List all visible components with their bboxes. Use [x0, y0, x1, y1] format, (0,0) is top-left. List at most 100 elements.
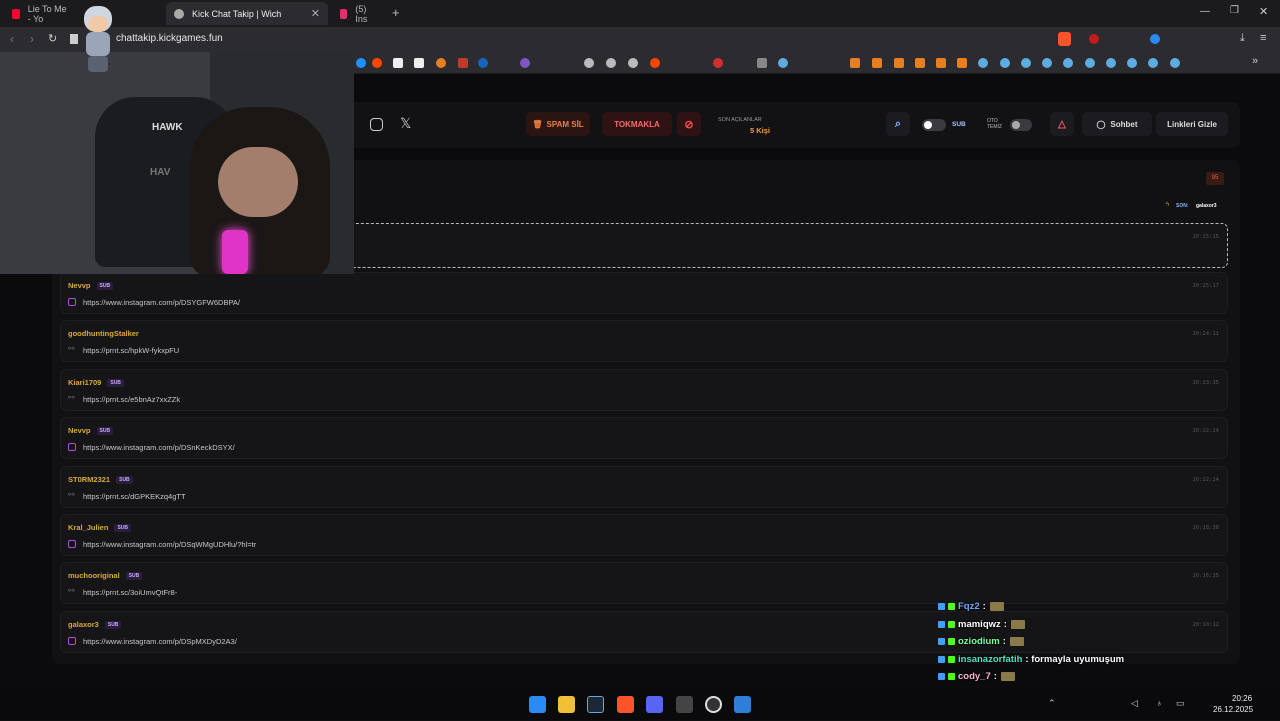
amazon-icon[interactable]: [414, 58, 424, 68]
brave-browser-icon[interactable]: [617, 696, 634, 713]
steam-icon[interactable]: [1021, 58, 1031, 68]
ban-icon[interactable]: ⊘: [677, 112, 701, 136]
alert-icon[interactable]: △: [1050, 112, 1074, 136]
message-username[interactable]: Kral_Julien SUB: [68, 523, 131, 533]
bookmark-favicon-icon[interactable]: [894, 58, 904, 68]
tab-youtube[interactable]: Lie To Me - Yo: [4, 2, 80, 25]
back-icon[interactable]: ‹: [10, 32, 14, 46]
minimize-icon[interactable]: —: [1200, 6, 1210, 17]
tab-instagram[interactable]: (5) Ins: [332, 2, 382, 25]
bookmark-favicon-icon[interactable]: [936, 58, 946, 68]
close-tab-icon[interactable]: ✕: [311, 7, 320, 20]
steam-icon[interactable]: [1170, 58, 1180, 68]
bookmark-favicon-icon[interactable]: [356, 58, 366, 68]
message-time: 20:22:24: [1192, 428, 1220, 435]
spam-delete-button[interactable]: 🗑 SPAM SİL: [526, 112, 590, 136]
message-username[interactable]: Nevvp SUB: [68, 281, 114, 291]
message-link[interactable]: https://prnt.sc/3oiUmvQtFr8-: [83, 588, 177, 597]
instagram-icon[interactable]: [370, 118, 383, 131]
new-tab-button[interactable]: +: [392, 5, 400, 20]
x-twitter-icon[interactable]: 𝕏: [400, 115, 411, 132]
bookmark-favicon-icon[interactable]: [915, 58, 925, 68]
sub-toggle[interactable]: [922, 119, 946, 131]
reddit-icon[interactable]: [372, 58, 382, 68]
bookmark-icon[interactable]: [70, 34, 78, 44]
app-icon[interactable]: [676, 696, 693, 713]
folder-icon[interactable]: [757, 58, 767, 68]
discord-icon[interactable]: [646, 696, 663, 713]
steam-icon[interactable]: [1148, 58, 1158, 68]
steam-icon[interactable]: [1085, 58, 1095, 68]
kick-button[interactable]: TOKMAKLA: [602, 112, 672, 136]
bookmark-favicon-icon[interactable]: [458, 58, 468, 68]
file-explorer-icon[interactable]: [558, 696, 575, 713]
message-link[interactable]: https://prnt.sc/dGPKEKzq4gTT: [83, 492, 186, 501]
bookmark-favicon-icon[interactable]: [606, 58, 616, 68]
bookmark-favicon-icon[interactable]: [393, 58, 403, 68]
windows-start-icon[interactable]: [529, 696, 546, 713]
table-row[interactable]: Nevvp SUB https://www.instagram.com/p/DSnK…: [60, 417, 1228, 460]
message-link[interactable]: https://www.instagram.com/p/DSnKeckDSYX/: [83, 443, 235, 452]
steam-icon[interactable]: [1106, 58, 1116, 68]
obs-icon[interactable]: [705, 696, 722, 713]
streamer-face: [218, 147, 298, 217]
download-icon[interactable]: ⤓: [1240, 32, 1245, 45]
steam-icon[interactable]: [978, 58, 988, 68]
steam-icon[interactable]: [1000, 58, 1010, 68]
steam-icon[interactable]: [587, 696, 604, 713]
bookmark-favicon-icon[interactable]: [436, 58, 446, 68]
message-link[interactable]: https://www.instagram.com/p/DSqWMgUDHlu/…: [83, 540, 256, 549]
table-row[interactable]: Kral_Julien SUB https://www.instagram.com/…: [60, 514, 1228, 556]
brave-shield-icon[interactable]: [1058, 32, 1071, 46]
reddit-icon[interactable]: [650, 58, 660, 68]
table-row[interactable]: Kiari1709 SUB ⚯ https://prnt.sc/e5bnAz7xxZZ…: [60, 368, 1228, 411]
message-link[interactable]: https://www.instagram.com/p/DSpMXDyD2A3/: [83, 637, 237, 646]
message-username[interactable]: muchooriginal SUB: [68, 571, 143, 581]
message-link[interactable]: https://www.instagram.com/p/DSYGFW6DBPA/: [83, 298, 240, 307]
clock-time[interactable]: 20:26: [1232, 694, 1252, 703]
tray-chevron-icon[interactable]: ⌃: [1048, 698, 1056, 709]
hide-links-button[interactable]: Linkleri Gizle: [1156, 112, 1228, 136]
more-bookmarks-icon[interactable]: »: [1252, 55, 1258, 67]
message-username[interactable]: ST0RM2321 SUB: [68, 475, 133, 484]
table-row[interactable]: goodhuntingStalker ⚯ https://prnt.sc/hpkW-…: [60, 320, 1228, 363]
search-icon[interactable]: ⌕: [886, 112, 910, 136]
maximize-icon[interactable]: ❐: [1230, 5, 1239, 16]
chat-button[interactable]: ◯ Sohbet: [1082, 112, 1152, 136]
table-row[interactable]: ST0RM2321 SUB ⚯ https://prnt.sc/dGPKEKzq4gT…: [60, 465, 1228, 508]
extension-icon[interactable]: [1150, 34, 1160, 44]
steam-icon[interactable]: [1127, 58, 1137, 68]
steam-icon[interactable]: [1063, 58, 1073, 68]
forward-icon[interactable]: ›: [30, 32, 34, 46]
volume-icon[interactable]: ◁: [1131, 698, 1138, 709]
bookmark-favicon-icon[interactable]: [520, 58, 530, 68]
close-window-icon[interactable]: ✕: [1259, 5, 1268, 18]
bookmark-favicon-icon[interactable]: [872, 58, 882, 68]
reload-icon[interactable]: ↻: [48, 32, 57, 45]
bookmark-favicon-icon[interactable]: [478, 58, 488, 68]
url-input[interactable]: chattakip.kickgames.fun: [116, 33, 223, 44]
message-username[interactable]: Nevvp SUB: [68, 426, 114, 436]
tab-kick-chat[interactable]: Kick Chat Takip | Wich ✕: [166, 2, 328, 25]
message-link[interactable]: https://prnt.sc/e5bnAz7xxZZk: [83, 395, 180, 404]
network-icon[interactable]: ▭: [1176, 698, 1185, 709]
bookmark-favicon-icon[interactable]: [628, 58, 638, 68]
bookmark-favicon-icon[interactable]: [584, 58, 594, 68]
steam-icon[interactable]: [778, 58, 788, 68]
steam-icon[interactable]: [1042, 58, 1052, 68]
message-time: 20:23:35: [1192, 379, 1220, 386]
ublock-icon[interactable]: [1089, 34, 1099, 44]
clock-date[interactable]: 26.12.2025: [1213, 705, 1253, 714]
message-username[interactable]: goodhuntingStalker: [68, 329, 139, 338]
bookmark-favicon-icon[interactable]: [850, 58, 860, 68]
menu-icon[interactable]: ≡: [1260, 32, 1266, 44]
bookmark-favicon-icon[interactable]: [713, 58, 723, 68]
message-username[interactable]: Kiari1709 SUB: [68, 378, 124, 387]
message-username[interactable]: galaxor3 SUB: [68, 620, 122, 629]
app-icon[interactable]: [734, 696, 751, 713]
auto-clean-toggle[interactable]: [1010, 119, 1032, 131]
bookmark-favicon-icon[interactable]: [957, 58, 967, 68]
microphone-icon[interactable]: ♁: [1156, 698, 1163, 708]
message-link[interactable]: https://prnt.sc/hpkW-fykxpFU: [83, 346, 179, 355]
table-row[interactable]: Nevvp SUB https://www.instagram.com/p/DSYG…: [60, 272, 1228, 314]
